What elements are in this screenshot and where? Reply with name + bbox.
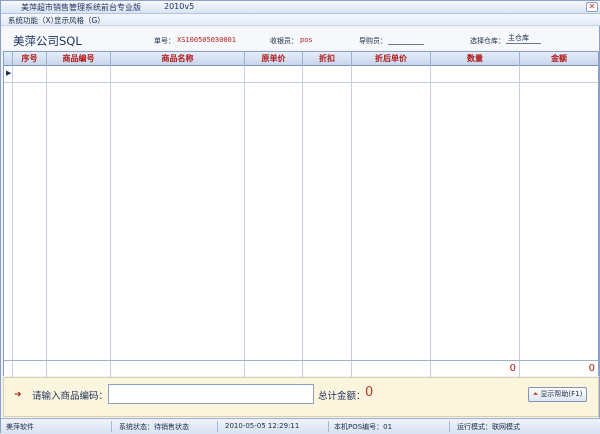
grid-divider [302, 66, 303, 360]
status-bar: 美萍软件 系统状态：待销售状态 2010-05-05 12:29:11 本机PO… [1, 418, 600, 434]
close-button[interactable]: ✕ [586, 2, 598, 12]
totals-row: 0 0 [4, 360, 598, 377]
sales-grid[interactable]: 序号 商品编号 商品名称 原单价 折扣 折后单价 数量 金额 ▶ 0 0 [3, 51, 599, 377]
col-header-product-name[interactable]: 商品名称 [111, 52, 245, 66]
warehouse-label: 选择仓库： [470, 37, 505, 45]
grid-divider [46, 66, 47, 360]
grid-header: 序号 商品编号 商品名称 原单价 折扣 折后单价 数量 金额 [4, 52, 598, 66]
col-header-discounted-price[interactable]: 折后单价 [352, 52, 431, 66]
product-code-input[interactable] [108, 384, 314, 404]
show-help-label: 显示帮助(F1) [540, 390, 583, 398]
grid-divider [12, 361, 13, 377]
status-run-mode: 运行模式：联网模式 [457, 423, 520, 431]
barcode-input-area: ➜ 请输入商品编码： 总计金额： 0 ⏶ 显示帮助(F1) [3, 377, 599, 417]
status-company: 美萍软件 [6, 423, 34, 431]
cashier-value: pos [300, 36, 313, 44]
order-no-value: XS100505030001 [177, 36, 237, 44]
product-code-prompt: 请输入商品编码： [32, 391, 109, 402]
window-version: 2010v5 [164, 2, 195, 11]
menu-bar: 系统功能（X） 显示风格（G） [1, 14, 600, 26]
status-separator [111, 421, 112, 432]
grid-divider [46, 361, 47, 377]
grid-divider [110, 66, 111, 360]
status-separator [328, 421, 329, 432]
status-datetime: 2010-05-05 12:29:11 [225, 422, 300, 430]
guide-field[interactable] [388, 35, 424, 45]
order-no-label: 单号： [154, 37, 175, 45]
company-name: 美萍公司SQL [13, 34, 82, 48]
total-amount: 0 [588, 363, 595, 374]
sale-info-bar: 美萍公司SQL 单号： XS100505030001 收银员： pos 导购员：… [2, 28, 599, 50]
col-header-unit-price[interactable]: 原单价 [245, 52, 303, 66]
total-quantity: 0 [509, 363, 516, 374]
row-indicator-header [4, 52, 13, 66]
col-header-index[interactable]: 序号 [13, 52, 47, 66]
grid-divider [12, 66, 13, 360]
total-amount-label: 总计金额： [318, 391, 366, 402]
pos-window: 美萍超市销售管理系统前台专业版 2010v5 ✕ 系统功能（X） 显示风格（G）… [0, 0, 600, 434]
input-arrow-icon: ➜ [14, 390, 22, 400]
grid-divider [430, 361, 431, 377]
title-bar: 美萍超市销售管理系统前台专业版 2010v5 ✕ [1, 1, 600, 14]
status-pos-number: 本机POS编号：01 [334, 423, 393, 431]
col-header-discount[interactable]: 折扣 [303, 52, 352, 66]
col-header-quantity[interactable]: 数量 [431, 52, 520, 66]
menu-display-style[interactable]: 显示风格（G） [54, 15, 105, 26]
help-caret-icon: ⏶ [532, 390, 539, 398]
grid-divider [110, 361, 111, 377]
total-amount-value: 0 [365, 385, 374, 400]
current-row-arrow-icon: ▶ [6, 69, 12, 77]
menu-system-functions[interactable]: 系统功能（X） [8, 15, 58, 26]
window-title: 美萍超市销售管理系统前台专业版 [21, 3, 141, 12]
warehouse-select[interactable]: 主仓库 [506, 32, 541, 44]
col-header-product-code[interactable]: 商品编号 [47, 52, 111, 66]
show-help-button[interactable]: ⏶ 显示帮助(F1) [528, 387, 587, 402]
status-system-state: 系统状态：待销售状态 [119, 423, 189, 431]
grid-divider [351, 361, 352, 377]
grid-divider [244, 361, 245, 377]
grid-divider [302, 361, 303, 377]
status-separator [217, 421, 218, 432]
grid-divider [351, 66, 352, 360]
col-header-amount[interactable]: 金额 [520, 52, 598, 66]
grid-divider [519, 66, 520, 360]
grid-divider [244, 66, 245, 360]
grid-divider [519, 361, 520, 377]
guide-label: 导购员： [359, 37, 387, 45]
status-separator [449, 421, 450, 432]
grid-divider [430, 66, 431, 360]
close-icon: ✕ [588, 2, 596, 11]
first-row-line [4, 82, 598, 83]
cashier-label: 收银员： [270, 37, 298, 45]
